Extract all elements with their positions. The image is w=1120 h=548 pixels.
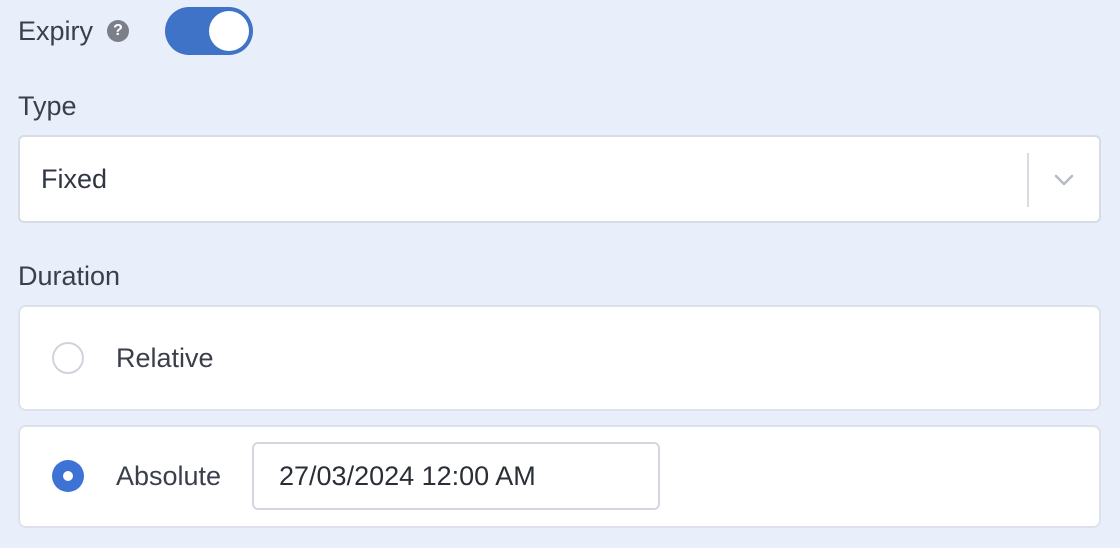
- absolute-radio[interactable]: [52, 460, 84, 492]
- duration-label: Duration: [18, 261, 121, 291]
- type-label: Type: [18, 91, 77, 121]
- duration-option-absolute[interactable]: Absolute: [18, 425, 1101, 528]
- expiry-settings-panel: Expiry ? Type Fixed Duration Relative Ab…: [0, 0, 1120, 548]
- duration-option-relative[interactable]: Relative: [18, 305, 1101, 411]
- question-circle-icon[interactable]: ?: [107, 20, 130, 42]
- relative-label: Relative: [116, 343, 214, 373]
- expiry-label: Expiry: [18, 15, 94, 46]
- absolute-datetime-input[interactable]: [252, 442, 660, 510]
- expiry-row: Expiry ?: [18, 6, 254, 56]
- relative-radio[interactable]: [52, 342, 84, 374]
- help-glyph: ?: [113, 22, 123, 39]
- absolute-label: Absolute: [116, 461, 222, 491]
- type-selected-value: Fixed: [41, 163, 108, 194]
- toggle-knob: [209, 11, 250, 51]
- expiry-toggle[interactable]: [165, 7, 254, 55]
- type-select[interactable]: Fixed: [18, 135, 1101, 223]
- select-divider: [1027, 153, 1029, 207]
- radio-dot: [63, 471, 73, 481]
- chevron-down-icon[interactable]: [1053, 169, 1075, 191]
